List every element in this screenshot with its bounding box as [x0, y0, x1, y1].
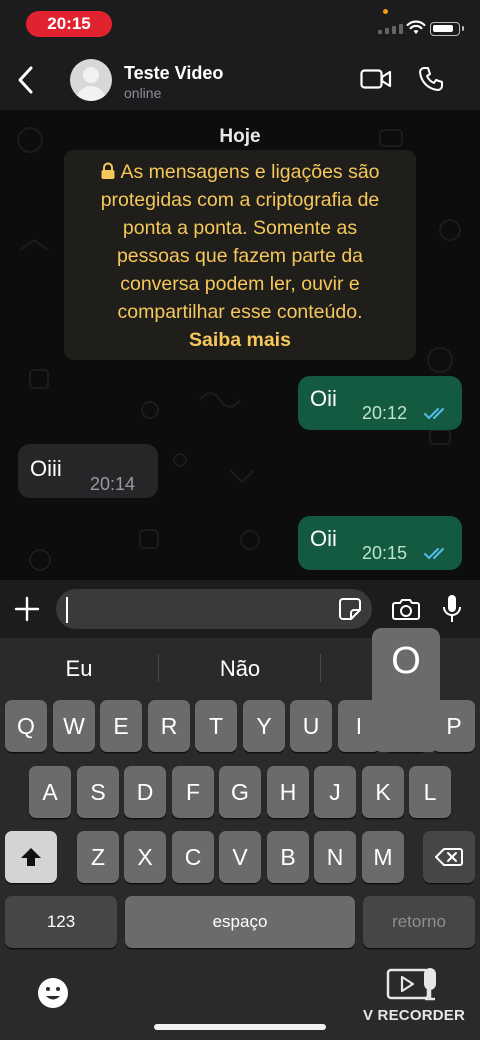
message-time: 20:15 [362, 543, 408, 563]
delete-key[interactable] [423, 831, 475, 883]
key-b[interactable]: B [267, 831, 309, 883]
key-d[interactable]: D [124, 766, 166, 818]
message-input[interactable] [56, 589, 372, 629]
encryption-notice-line-3: ponta a ponta. Somente as [122, 217, 358, 239]
message-bubble-outgoing[interactable]: Oii 20:15 [298, 516, 462, 570]
status-bar: 20:15 [0, 0, 480, 48]
recorder-label: V RECORDER [362, 1007, 465, 1024]
read-receipt-icon [424, 408, 444, 420]
encryption-notice-line-5: conversa podem ler, ouvir e [120, 273, 360, 295]
key-e[interactable]: E [100, 700, 142, 752]
camera-icon[interactable] [392, 598, 420, 620]
shift-key[interactable] [5, 831, 57, 883]
contact-status: online [124, 85, 162, 101]
back-chevron-icon[interactable] [12, 64, 42, 96]
backspace-icon [435, 848, 463, 866]
video-call-icon[interactable] [360, 68, 392, 90]
key-s[interactable]: S [77, 766, 119, 818]
contact-avatar[interactable] [70, 59, 112, 101]
encryption-notice-line-1: As mensagens e ligações são [74, 158, 406, 186]
encryption-notice-line-4: pessoas que fazem parte da [116, 245, 364, 267]
key-l[interactable]: L [409, 766, 451, 818]
encryption-notice-line-2: protegidas com a criptografia de [100, 189, 380, 211]
key-n[interactable]: N [314, 831, 356, 883]
home-indicator[interactable] [154, 1024, 326, 1030]
message-text: Oiii [30, 456, 62, 481]
message-bubble-incoming[interactable]: Oiii 20:14 [18, 444, 158, 498]
key-k[interactable]: K [362, 766, 404, 818]
contact-name[interactable]: Teste Video [124, 63, 223, 84]
microphone-icon[interactable] [441, 594, 463, 624]
key-a[interactable]: A [29, 766, 71, 818]
message-bubble-outgoing[interactable]: Oii 20:12 [298, 376, 462, 430]
message-time: 20:12 [362, 403, 408, 423]
key-g[interactable]: G [219, 766, 261, 818]
suggestion-1[interactable]: Eu [0, 656, 158, 682]
sticker-icon[interactable] [338, 597, 362, 621]
key-q[interactable]: Q [5, 700, 47, 752]
chat-area[interactable]: Hoje As mensagens e ligações são protegi… [0, 110, 480, 580]
lock-icon [101, 162, 115, 179]
battery-icon [430, 22, 464, 36]
key-j[interactable]: J [314, 766, 356, 818]
key-h[interactable]: H [267, 766, 309, 818]
chat-header: Teste Video online [0, 48, 480, 110]
key-x[interactable]: X [124, 831, 166, 883]
key-w[interactable]: W [53, 700, 95, 752]
key-t[interactable]: T [195, 700, 237, 752]
return-key[interactable]: retorno [363, 896, 475, 948]
key-m[interactable]: M [362, 831, 404, 883]
key-v[interactable]: V [219, 831, 261, 883]
key-popup-letter: O [372, 628, 440, 690]
status-time: 20:15 [26, 11, 112, 37]
recorder-watermark: V RECORDER [362, 966, 466, 1024]
cellular-signal-icon [378, 24, 403, 34]
recorder-logo-icon [386, 968, 436, 1001]
message-text: Oii [310, 386, 337, 411]
learn-more-link[interactable]: Saiba mais [74, 326, 406, 354]
privacy-indicator-dot [383, 9, 388, 14]
key-f[interactable]: F [172, 766, 214, 818]
space-key[interactable]: espaço [125, 896, 355, 948]
emoji-icon[interactable] [36, 976, 70, 1010]
key-popup: O [372, 628, 440, 752]
encryption-notice-line-6: compartilhar esse conteúdo. [117, 301, 363, 323]
numbers-key[interactable]: 123 [5, 896, 117, 948]
suggestion-2[interactable]: Não [160, 656, 320, 682]
text-caret [66, 597, 68, 623]
key-c[interactable]: C [172, 831, 214, 883]
key-u[interactable]: U [290, 700, 332, 752]
key-y[interactable]: Y [243, 700, 285, 752]
encryption-notice[interactable]: As mensagens e ligações são protegidas c… [64, 150, 416, 360]
wifi-icon [406, 20, 426, 34]
plus-icon[interactable] [14, 596, 40, 622]
message-time: 20:14 [90, 474, 136, 494]
read-receipt-icon [424, 548, 444, 560]
key-z[interactable]: Z [77, 831, 119, 883]
shift-arrow-icon [21, 848, 41, 866]
date-separator: Hoje [219, 126, 261, 147]
message-text: Oii [310, 526, 337, 551]
voice-call-icon[interactable] [418, 66, 444, 92]
key-r[interactable]: R [148, 700, 190, 752]
